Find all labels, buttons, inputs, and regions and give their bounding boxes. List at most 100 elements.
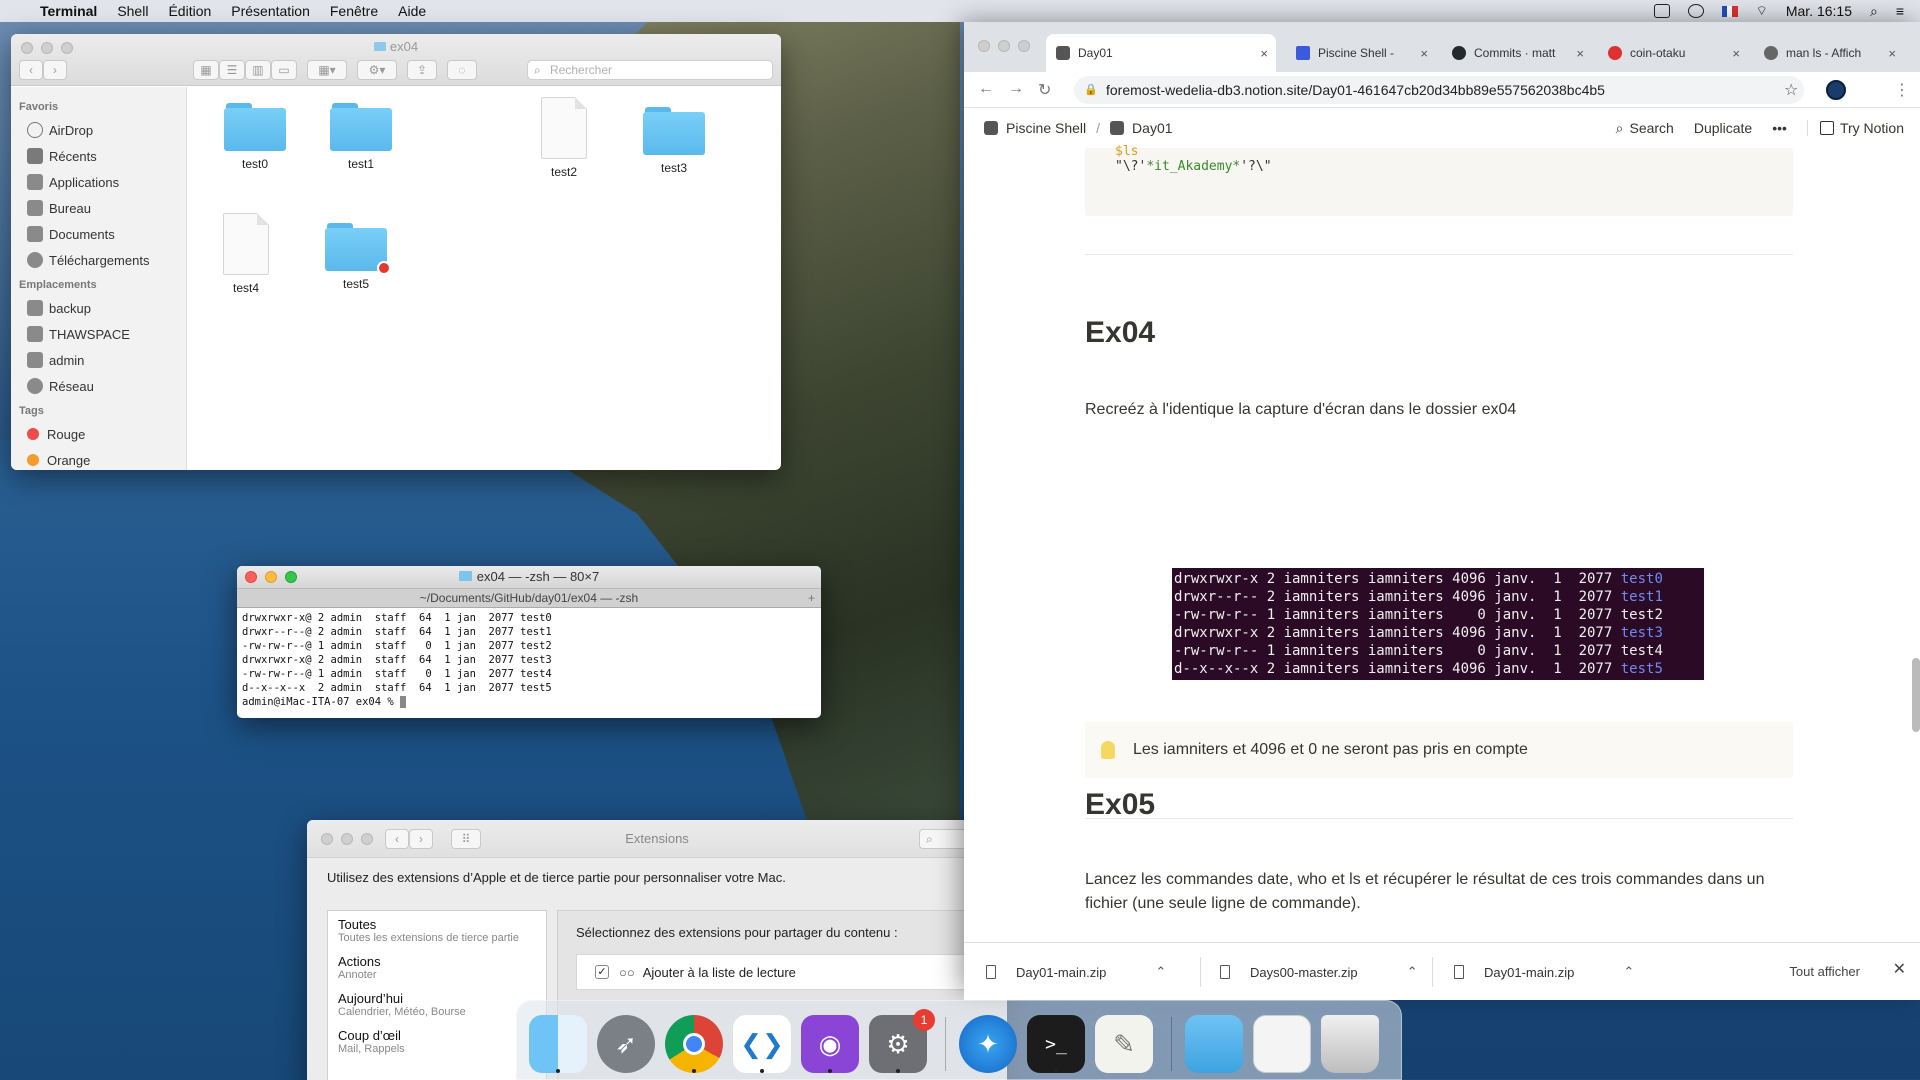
textedit-notepad-icon[interactable]: ✎ <box>1095 1015 1153 1073</box>
screen-share-icon[interactable] <box>1653 4 1670 18</box>
menubar-clock[interactable]: Mar. 16:15 <box>1786 3 1852 19</box>
screenshot-preview-dock-icon[interactable] <box>1253 1015 1311 1073</box>
minimize-button[interactable] <box>998 40 1010 52</box>
download-item[interactable]: Day01-main.zip ⌃ <box>986 943 1166 1001</box>
finder-search-input[interactable]: Rechercher <box>527 60 773 80</box>
menu-aide[interactable]: Aide <box>398 3 426 19</box>
menu-presentation[interactable]: Présentation <box>231 3 310 19</box>
chevron-up-icon[interactable]: ⌃ <box>1623 964 1634 980</box>
close-tab-icon[interactable]: × <box>1576 46 1584 61</box>
minimize-button[interactable] <box>265 571 277 583</box>
forward-button[interactable]: › <box>43 60 67 80</box>
sidebar-item-bureau[interactable]: Bureau <box>19 195 186 221</box>
more-options-button[interactable]: ••• <box>1772 120 1787 136</box>
wifi-icon[interactable]: ⌔ <box>1756 3 1768 19</box>
profile-avatar[interactable] <box>1826 80 1846 100</box>
forward-arrow-icon[interactable]: → <box>1008 80 1024 98</box>
try-notion-button[interactable]: Try Notion <box>1806 120 1904 136</box>
file-item-test2[interactable]: test2 <box>519 97 609 179</box>
close-downloads-bar-icon[interactable]: ✕ <box>1893 959 1906 979</box>
page-scrollbar[interactable] <box>1912 658 1920 732</box>
chrome-dock-icon[interactable] <box>665 1015 723 1073</box>
menu-fenetre[interactable]: Fenêtre <box>330 3 378 19</box>
category-aujourdhui[interactable]: Aujourd’hui Calendrier, Météo, Bourse <box>328 985 546 1022</box>
download-item[interactable]: Days00-master.zip ⌃ <box>1220 943 1418 1001</box>
list-view-button[interactable]: ☰ <box>219 60 245 80</box>
sidebar-item-telechargements[interactable]: Téléchargements <box>19 247 186 273</box>
close-tab-icon[interactable]: × <box>1420 46 1428 61</box>
download-item[interactable]: Day01-main.zip ⌃ <box>1454 943 1634 1001</box>
file-item-test0[interactable]: test0 <box>210 103 300 171</box>
menu-app-name[interactable]: Terminal <box>40 3 97 19</box>
group-by-button[interactable]: ▦▾ <box>307 60 347 80</box>
address-bar[interactable]: foremost-wedelia-db3.notion.site/Day01-4… <box>1074 76 1804 104</box>
control-center-icon[interactable]: ≡ <box>1896 3 1904 19</box>
back-arrow-icon[interactable]: ← <box>978 80 994 98</box>
back-button[interactable]: ‹ <box>19 60 43 80</box>
checkbox-checked[interactable]: ✓ <box>595 965 609 979</box>
zoom-button[interactable] <box>1018 40 1030 52</box>
sidebar-item-admin[interactable]: admin <box>19 347 186 373</box>
tab-coin-otaku[interactable]: coin-otaku × <box>1598 34 1748 72</box>
menu-shell[interactable]: Shell <box>117 3 148 19</box>
terminal-dock-icon[interactable]: >_ <box>1027 1015 1085 1073</box>
terminal-output[interactable]: drwxrwxr-x@ 2 admin staff 64 1 jan 2077 … <box>237 608 821 712</box>
menu-edition[interactable]: Édition <box>168 3 211 19</box>
sidebar-item-documents[interactable]: Documents <box>19 221 186 247</box>
breadcrumb-day01[interactable]: Day01 <box>1132 120 1172 136</box>
column-view-button[interactable]: ▥ <box>245 60 271 80</box>
finder-dock-icon[interactable] <box>529 1015 587 1073</box>
tags-button[interactable]: ◌ <box>447 60 477 80</box>
close-button[interactable] <box>978 40 990 52</box>
sidebar-tag-rouge[interactable]: Rouge <box>19 421 186 447</box>
sidebar-item-reseau[interactable]: Réseau <box>19 373 186 399</box>
spotlight-search-icon[interactable]: ⌕ <box>1870 3 1878 20</box>
close-tab-icon[interactable]: × <box>1260 46 1268 61</box>
sidebar-item-applications[interactable]: Applications <box>19 169 186 195</box>
sidebar-item-thawspace[interactable]: THAWSPACE <box>19 321 186 347</box>
chrome-menu-icon[interactable]: ⋮ <box>1894 80 1910 100</box>
category-toutes[interactable]: Toutes Toutes les extensions de tierce pa… <box>328 911 546 948</box>
chevron-up-icon[interactable]: ⌃ <box>1155 964 1166 980</box>
downloads-folder-dock-icon[interactable] <box>1185 1015 1243 1073</box>
close-button[interactable] <box>245 571 257 583</box>
category-coup-doeil[interactable]: Coup d’œil Mail, Rappels <box>328 1022 546 1059</box>
tab-commits[interactable]: Commits · matt × <box>1442 34 1592 72</box>
close-tab-icon[interactable]: × <box>1888 46 1896 61</box>
bookmark-star-icon[interactable]: ☆ <box>1784 80 1798 100</box>
input-source-flag-icon[interactable] <box>1721 5 1738 17</box>
file-item-test4[interactable]: test4 <box>201 213 291 295</box>
tab-piscine-shell[interactable]: Piscine Shell - × <box>1286 34 1436 72</box>
launchpad-rocket-icon[interactable]: ➶ <box>597 1015 655 1073</box>
trash-icon[interactable] <box>1321 1015 1379 1073</box>
category-actions[interactable]: Actions Annoter <box>328 948 546 985</box>
sidebar-item-backup[interactable]: backup <box>19 295 186 321</box>
file-item-test5[interactable]: test5 <box>311 223 401 291</box>
tab-day01[interactable]: Day01 × <box>1046 34 1276 72</box>
github-status-icon[interactable] <box>1687 4 1704 18</box>
github-desktop-dock-icon[interactable]: ◉ <box>801 1015 859 1073</box>
search-button[interactable]: ⌕ Search <box>1616 120 1674 137</box>
icon-view-button[interactable]: ▦ <box>193 60 219 80</box>
file-item-test1[interactable]: test1 <box>316 103 406 171</box>
reload-icon[interactable]: ↻ <box>1038 80 1051 100</box>
new-tab-plus-icon[interactable]: + <box>808 589 815 608</box>
gallery-view-button[interactable]: ▭ <box>271 60 297 80</box>
chevron-up-icon[interactable]: ⌃ <box>1407 964 1418 980</box>
sidebar-item-airdrop[interactable]: AirDrop <box>19 117 186 143</box>
action-gear-button[interactable]: ⚙▾ <box>357 60 397 80</box>
vscode-dock-icon[interactable]: ❮❯ <box>733 1015 791 1073</box>
close-tab-icon[interactable]: × <box>1732 46 1740 61</box>
terminal-tab[interactable]: ~/Documents/GitHub/day01/ex04 — -zsh + <box>237 588 821 608</box>
show-all-downloads-button[interactable]: Tout afficher <box>1789 957 1860 987</box>
system-preferences-gear-icon[interactable]: ⚙ 1 <box>869 1009 935 1073</box>
sidebar-tag-orange[interactable]: Orange <box>19 447 186 470</box>
file-item-test3[interactable]: test3 <box>629 107 719 175</box>
share-extension-row[interactable]: ✓ ○○ Ajouter à la liste de lecture <box>576 954 998 990</box>
share-button[interactable]: ⇪ <box>407 60 437 80</box>
sidebar-item-recents[interactable]: Récents <box>19 143 186 169</box>
zoom-button[interactable] <box>285 571 297 583</box>
safari-compass-icon[interactable]: ✦ <box>959 1015 1017 1073</box>
breadcrumb-piscine-shell[interactable]: Piscine Shell <box>1006 120 1086 136</box>
duplicate-button[interactable]: Duplicate <box>1694 120 1752 136</box>
